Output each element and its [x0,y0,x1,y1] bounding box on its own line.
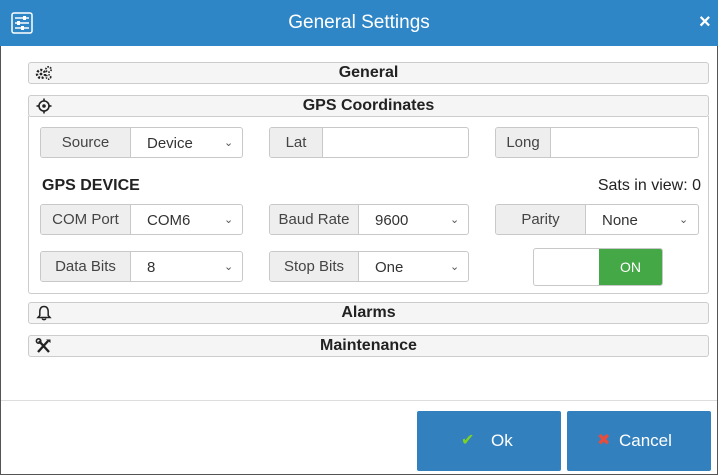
long-input[interactable] [552,128,698,157]
long-group: Long [495,127,699,158]
title-bar: General Settings × [0,0,718,46]
source-select[interactable]: Source Device ⌄ [40,127,243,158]
dialog-title: General Settings [288,12,430,33]
section-gps-label: GPS Coordinates [302,97,435,114]
source-label: Source [41,128,131,157]
chevron-down-icon: ⌄ [224,137,234,149]
long-label: Long [496,128,551,157]
com-port-value: COM6 [147,212,191,229]
section-alarms-label: Alarms [341,304,396,321]
com-port-label: COM Port [41,205,131,234]
section-general-header[interactable]: General [28,62,709,84]
close-icon[interactable]: × [699,10,718,34]
lat-input[interactable] [324,128,468,157]
chevron-down-icon: ⌄ [450,261,460,273]
times-icon: ✖ [597,432,611,449]
section-maintenance-header[interactable]: Maintenance [28,335,709,357]
gps-device-toggle[interactable]: ON [533,248,663,286]
chevron-down-icon: ⌄ [224,261,234,273]
baud-rate-select[interactable]: Baud Rate 9600 ⌄ [269,204,469,235]
toggle-on-label: ON [599,249,662,285]
data-bits-label: Data Bits [41,252,131,281]
gps-device-heading: GPS DEVICE [42,177,140,194]
parity-value: None [602,212,638,229]
chevron-down-icon: ⌄ [450,214,460,226]
stop-bits-value: One [375,259,404,276]
footer-divider [1,400,717,401]
section-gps-header[interactable]: GPS Coordinates [28,95,709,117]
data-bits-select[interactable]: Data Bits 8 ⌄ [40,251,243,282]
chevron-down-icon: ⌄ [679,214,689,226]
section-general-label: General [338,64,399,81]
parity-label: Parity [496,205,586,234]
baud-rate-value: 9600 [375,212,409,229]
com-port-select[interactable]: COM Port COM6 ⌄ [40,204,243,235]
check-icon: ✔ [461,432,475,449]
sats-in-view: Sats in view: 0 [597,177,701,194]
section-maintenance-label: Maintenance [320,337,417,354]
stop-bits-label: Stop Bits [270,252,359,281]
cancel-button-label: Cancel [619,431,672,450]
data-bits-value: 8 [147,259,156,276]
stop-bits-select[interactable]: Stop Bits One ⌄ [269,251,469,282]
lat-label: Lat [270,128,323,157]
section-alarms-header[interactable]: Alarms [28,302,709,324]
chevron-down-icon: ⌄ [224,214,234,226]
ok-button-label: Ok [491,431,513,450]
ok-button[interactable]: ✔ Ok [417,411,561,471]
source-value: Device [147,135,193,152]
baud-rate-label: Baud Rate [270,205,359,234]
lat-group: Lat [269,127,469,158]
parity-select[interactable]: Parity None ⌄ [495,204,699,235]
cancel-button[interactable]: ✖ Cancel [567,411,711,471]
